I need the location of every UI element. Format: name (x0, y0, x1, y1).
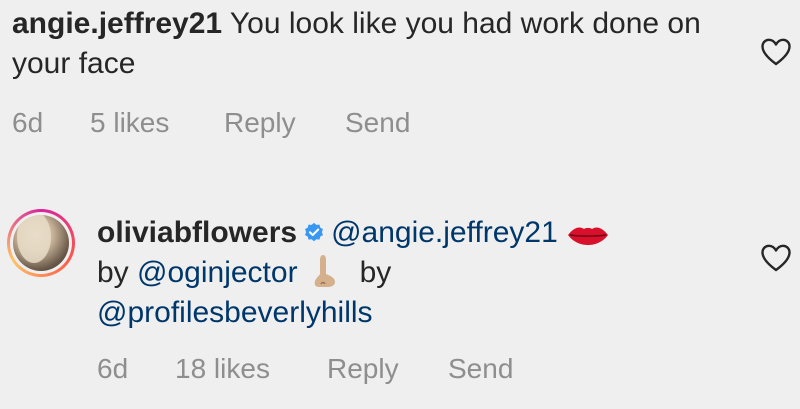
comment-item: oliviabflowers @angie.jeffrey21 by @ogin… (0, 0, 800, 409)
comment-word-by: by (359, 256, 392, 289)
avatar-photo (13, 215, 69, 271)
heart-outline-icon[interactable] (761, 244, 791, 272)
lips-emoji (567, 227, 608, 245)
verified-badge-icon (305, 222, 324, 242)
comment-username[interactable]: oliviabflowers (97, 216, 297, 249)
send-button[interactable]: Send (448, 352, 513, 386)
comment-word-by: by (97, 256, 129, 289)
avatar-hair-shape (17, 215, 51, 263)
reply-button[interactable]: Reply (327, 352, 399, 386)
comment-timestamp[interactable]: 6d (97, 352, 128, 386)
mention-link[interactable]: @angie.jeffrey21 (331, 216, 558, 249)
comment-text-block: oliviabflowers @angie.jeffrey21 by @ogin… (97, 213, 737, 333)
mention-link[interactable]: @profilesbeverlyhills (97, 296, 373, 329)
mention-link[interactable]: @oginjector (137, 256, 298, 289)
nose-emoji (314, 255, 335, 287)
comment-likes-count[interactable]: 18 likes (175, 352, 270, 386)
avatar-border (10, 212, 72, 274)
avatar[interactable] (7, 209, 75, 277)
